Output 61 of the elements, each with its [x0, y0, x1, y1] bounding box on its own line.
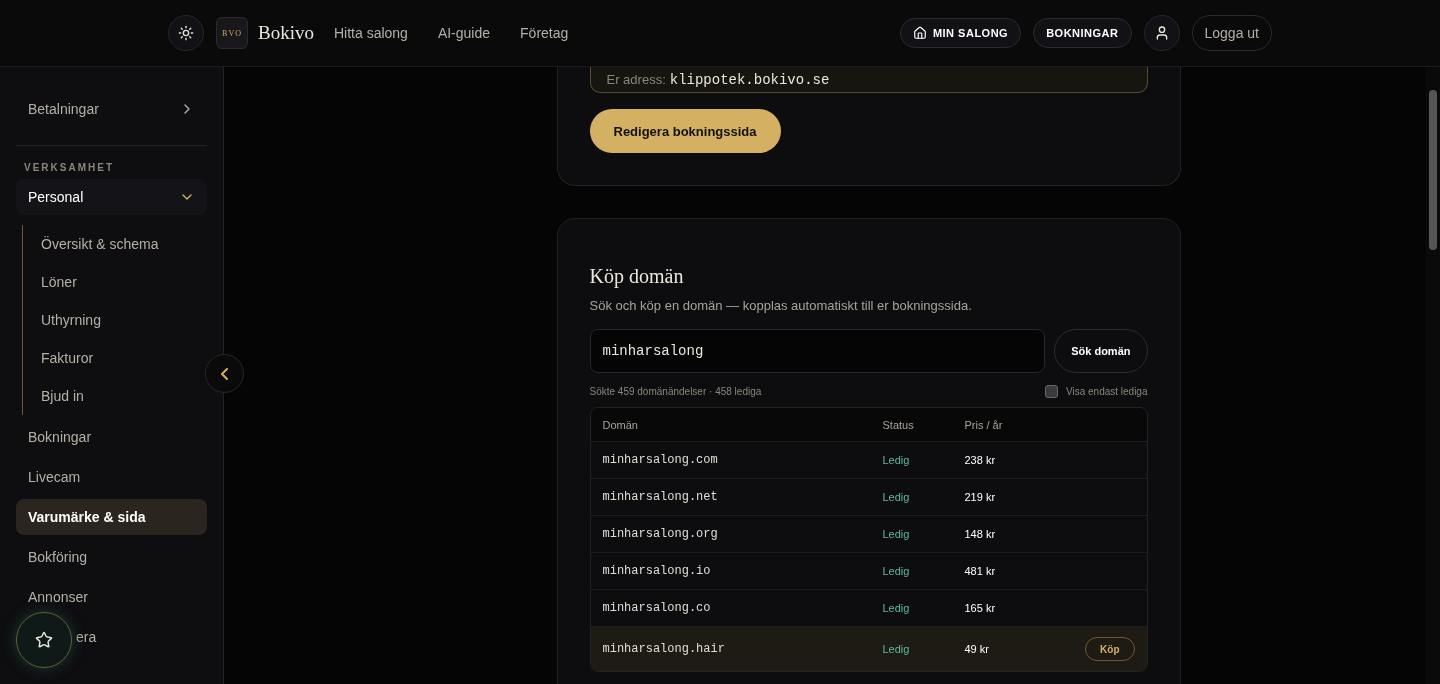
profile-button[interactable] — [1143, 15, 1180, 51]
status-cell-text: Ledig — [882, 643, 911, 655]
price-cell-text: 49 kr — [964, 643, 990, 655]
section-title: VERKSAMHET — [23, 162, 115, 173]
logout-button[interactable]: Logga ut — [1191, 15, 1272, 51]
address-label: Er adress: — [606, 72, 666, 87]
edit-booking-page-button[interactable]: Redigera bokningssida — [589, 109, 781, 153]
status-cell-text: Ledig — [882, 565, 911, 577]
price-cell-text: 165 kr — [964, 602, 997, 614]
theme-toggle-button[interactable] — [168, 15, 204, 51]
status-cell-text: Ledig — [882, 528, 911, 540]
sidebar-item[interactable]: Bokningar — [16, 419, 207, 455]
domain-cell-text: minharsalong.com — [602, 453, 719, 467]
filter-label: Visa endast lediga — [1065, 386, 1148, 397]
chevron-left-icon — [221, 367, 228, 380]
price-cell-text: 219 kr — [964, 491, 997, 503]
sidebar-item[interactable]: Personal — [16, 179, 207, 215]
column-header: Pris / år — [964, 418, 1004, 431]
sidebar-item[interactable]: Varumärke & sida — [16, 499, 207, 535]
status-cell-text: Ledig — [882, 454, 911, 466]
search-domain-button[interactable]: Sök domän — [1054, 329, 1148, 373]
home-icon — [912, 26, 927, 40]
sun-icon — [178, 25, 194, 41]
logo-name: Bokivo — [258, 22, 314, 44]
nav-link[interactable]: Företag — [520, 25, 569, 41]
star-icon — [35, 631, 53, 649]
domain-cell-text: minharsalong.co — [602, 601, 712, 615]
domain-row[interactable]: minharsalong.hair Ledig 49 kr Köp — [590, 626, 1147, 671]
sidebar-item[interactable]: Annonser — [16, 579, 207, 615]
price-cell-text: 148 kr — [964, 528, 997, 540]
sidebar-subitem[interactable]: Löner — [23, 263, 207, 301]
sidebar-item[interactable]: era — [76, 619, 97, 655]
nav-link[interactable]: AI-guide — [437, 25, 491, 41]
status-cell-text: Ledig — [882, 602, 911, 614]
domain-cell-text: minharsalong.hair — [602, 642, 726, 656]
sidebar-item[interactable]: Betalningar — [16, 91, 207, 127]
nav-pill-button[interactable]: MIN SALONG — [899, 18, 1022, 48]
price-cell-text: 238 kr — [964, 454, 997, 466]
sidebar-item[interactable]: Bokföring — [16, 539, 207, 575]
card-description: Sök och köp en domän — kopplas automatiskt till er bokningssida. — [589, 298, 973, 313]
sidebar-subitem[interactable]: Uthyrning — [23, 301, 207, 339]
column-header: Domän — [602, 418, 639, 431]
card-title: Köp domän — [589, 265, 685, 288]
status-cell-text: Ledig — [882, 491, 911, 503]
domain-cell-text: minharsalong.net — [602, 490, 719, 504]
domain-search-field[interactable]: minharsalong — [589, 329, 1046, 373]
nav-link[interactable]: Hitta salong — [333, 25, 408, 41]
scrollbar[interactable] — [1426, 67, 1440, 684]
search-summary: Sökte 459 domänändelser · 458 lediga — [589, 386, 762, 397]
sidebar-item[interactable]: Livecam — [16, 459, 207, 495]
address-value: klippotek.bokivo.se — [669, 71, 830, 88]
domain-cell-text: minharsalong.io — [602, 564, 712, 578]
column-header: Status — [882, 418, 915, 431]
domain-cell-text: minharsalong.org — [602, 527, 719, 541]
sidebar-subitem[interactable]: Översikt & schema — [23, 225, 207, 263]
filter-checkbox[interactable] — [1044, 385, 1058, 398]
sidebar-subitem[interactable]: Fakturor — [23, 339, 207, 377]
sidebar-subitem[interactable]: Bjud in — [23, 377, 207, 415]
nav-pill-button[interactable]: BOKNINGAR — [1033, 18, 1132, 48]
price-cell-text: 481 kr — [964, 565, 997, 577]
logo-mark: BVO — [216, 17, 248, 49]
